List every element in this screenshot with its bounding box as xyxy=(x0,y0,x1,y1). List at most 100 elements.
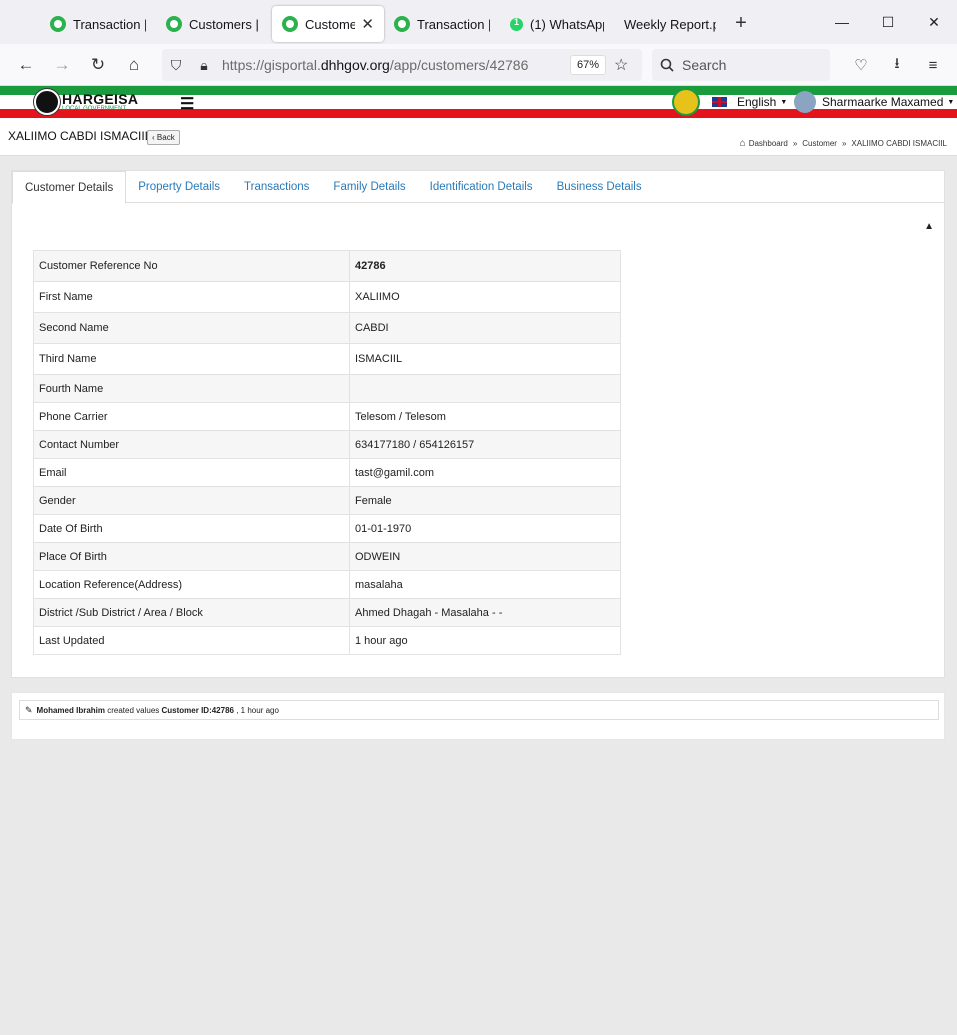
maximize-icon[interactable]: ☐ xyxy=(865,0,911,44)
language-label: English xyxy=(737,95,777,109)
app-favicon-icon xyxy=(166,16,182,32)
browser-tab[interactable]: (1) WhatsApp xyxy=(500,6,614,42)
row-value: 1 hour ago xyxy=(349,626,621,655)
customer-details-table: Customer Reference No 42786 First Name X… xyxy=(33,250,621,655)
row-value: Ahmed Dhagah - Masalaha - - xyxy=(349,598,621,627)
row-label: District /Sub District / Area / Block xyxy=(33,598,350,627)
row-label: Second Name xyxy=(33,312,350,344)
app-favicon-icon xyxy=(50,16,66,32)
reload-icon[interactable]: ↻ xyxy=(80,49,116,81)
tab-identification-details[interactable]: Identification Details xyxy=(418,171,545,203)
table-row: Email tast@gamil.com xyxy=(33,458,621,487)
app-favicon-icon xyxy=(282,16,298,32)
user-menu[interactable]: Sharmaarke Maxamed ▼ xyxy=(794,91,954,113)
table-row: Customer Reference No 42786 xyxy=(33,250,621,282)
table-row: Second Name CABDI xyxy=(33,312,621,344)
close-tab-icon[interactable]: ✕ xyxy=(361,15,374,33)
tab-business-details[interactable]: Business Details xyxy=(545,171,654,203)
table-row: Phone Carrier Telesom / Telesom xyxy=(33,402,621,431)
download-icon[interactable]: ⭳ xyxy=(879,49,915,81)
row-label: Place Of Birth xyxy=(33,542,350,571)
uk-flag-icon xyxy=(712,97,727,107)
lock-icon[interactable]: 🔒︎ xyxy=(190,57,218,74)
browser-tab[interactable]: Transaction | C xyxy=(384,6,500,42)
row-value: Telesom / Telesom xyxy=(349,402,621,431)
breadcrumb-separator: » xyxy=(792,139,798,148)
shield-icon[interactable]: ⛉ xyxy=(162,57,190,74)
bookmark-star-icon[interactable]: ☆ xyxy=(614,55,628,75)
row-value: XALIIMO xyxy=(349,281,621,313)
menu-icon[interactable]: ≡ xyxy=(915,49,951,81)
caret-down-icon: ▼ xyxy=(947,98,955,106)
table-row: District /Sub District / Area / Block Ah… xyxy=(33,598,621,627)
activity-action: created values xyxy=(107,705,160,715)
activity-actor: Mohamed Ibrahim xyxy=(36,705,105,715)
browser-tab[interactable]: Weekly Report.pd xyxy=(614,6,726,42)
minimize-icon[interactable]: — xyxy=(819,0,865,44)
browser-tab-title: Customers | G xyxy=(189,16,262,32)
browser-tab-title: Weekly Report.pd xyxy=(624,16,716,32)
row-label: Customer Reference No xyxy=(33,250,350,282)
table-row: Last Updated 1 hour ago xyxy=(33,626,621,655)
url-text[interactable]: https://gisportal.dhhgov.org/app/custome… xyxy=(222,57,528,73)
caret-down-icon: ▼ xyxy=(780,98,788,106)
activity-entry: ✎ Mohamed Ibrahim created values Custome… xyxy=(19,700,939,720)
row-label: Last Updated xyxy=(33,626,350,655)
table-row: Third Name ISMACIIL xyxy=(33,343,621,375)
table-row: Place Of Birth ODWEIN xyxy=(33,542,621,571)
row-value: ODWEIN xyxy=(349,542,621,571)
table-row: Fourth Name xyxy=(33,374,621,403)
row-label: Email xyxy=(33,458,350,487)
breadcrumb-separator: » xyxy=(841,139,847,148)
user-name: Sharmaarke Maxamed xyxy=(822,95,944,109)
pocket-icon[interactable]: ♡ xyxy=(843,49,879,81)
browser-tab-title: Transaction | C xyxy=(417,16,490,32)
customer-card: Customer Details Property Details Transa… xyxy=(11,170,945,678)
new-tab-button[interactable]: + xyxy=(726,12,756,35)
back-arrow-icon[interactable]: ← xyxy=(8,49,44,81)
language-selector[interactable]: English ▼ xyxy=(712,95,787,109)
row-label: Phone Carrier xyxy=(33,402,350,431)
logo-emblem-icon xyxy=(34,89,60,115)
window-controls: — ☐ ✕ xyxy=(819,0,957,44)
url-bar[interactable]: ⛉ 🔒︎ https://gisportal.dhhgov.org/app/cu… xyxy=(162,49,642,81)
browser-tab-active[interactable]: Customer | ✕ xyxy=(272,6,384,42)
home-icon[interactable]: ⌂ xyxy=(116,49,152,81)
app-logo[interactable]: HARGEISA LOCAL GOVERNMENT xyxy=(34,89,138,115)
tab-transactions[interactable]: Transactions xyxy=(232,171,321,203)
tab-family-details[interactable]: Family Details xyxy=(321,171,417,203)
whatsapp-icon xyxy=(510,17,523,31)
row-label: Date Of Birth xyxy=(33,514,350,543)
activity-target: Customer ID:42786 xyxy=(161,705,234,715)
browser-tab-title: (1) WhatsApp xyxy=(530,16,604,32)
activity-log: ✎ Mohamed Ibrahim created values Custome… xyxy=(11,692,945,740)
row-label: First Name xyxy=(33,281,350,313)
table-row: First Name XALIIMO xyxy=(33,281,621,313)
search-placeholder: Search xyxy=(682,57,727,73)
home-icon: ⌂ xyxy=(739,138,746,149)
browser-tab[interactable]: Customers | G xyxy=(156,6,272,42)
chevron-up-icon[interactable]: ▲ xyxy=(924,221,934,232)
sidebar-toggle-icon[interactable]: ☰ xyxy=(180,94,194,114)
app-favicon-icon xyxy=(394,16,410,32)
breadcrumb: ⌂ Dashboard » Customer » XALIIMO CABDI I… xyxy=(740,138,947,149)
browser-tab[interactable]: Transaction | C xyxy=(40,6,156,42)
table-row: Gender Female xyxy=(33,486,621,515)
forward-arrow-icon[interactable]: → xyxy=(44,49,80,81)
row-label: Gender xyxy=(33,486,350,515)
breadcrumb-current: XALIIMO CABDI ISMACIIL xyxy=(851,139,947,148)
row-value: tast@gamil.com xyxy=(349,458,621,487)
zoom-level[interactable]: 67% xyxy=(570,55,607,75)
row-value: masalaha xyxy=(349,570,621,599)
search-input[interactable]: Search xyxy=(652,49,830,81)
tab-property-details[interactable]: Property Details xyxy=(126,171,232,203)
table-row: Location Reference(Address) masalaha xyxy=(33,570,621,599)
close-window-icon[interactable]: ✕ xyxy=(911,0,957,44)
page-title: XALIIMO CABDI ISMACIIL xyxy=(8,129,152,143)
row-value: 634177180 / 654126157 xyxy=(349,430,621,459)
breadcrumb-customer[interactable]: Customer xyxy=(802,139,837,148)
breadcrumb-dashboard[interactable]: Dashboard xyxy=(749,139,788,148)
tab-customer-details[interactable]: Customer Details xyxy=(12,171,127,204)
page-title-bar: XALIIMO CABDI ISMACIIL ‹ Back ⌂ Dashboar… xyxy=(0,118,957,156)
back-button[interactable]: ‹ Back xyxy=(147,130,180,145)
